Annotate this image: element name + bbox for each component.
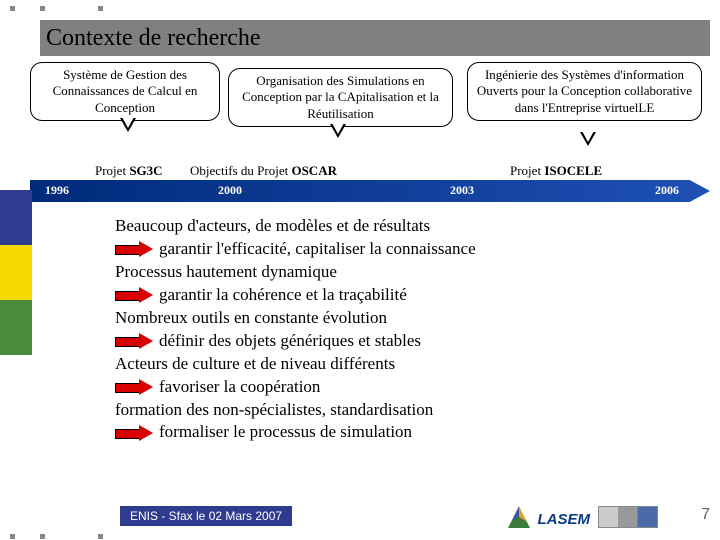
callout-isocele: Ingénierie des Systèmes d'information Ou…	[467, 62, 702, 121]
red-arrow-icon	[115, 426, 153, 440]
project-oscar-label: Objectifs du Projet OSCAR	[190, 163, 337, 179]
body-line: Acteurs de culture et de niveau différen…	[115, 353, 705, 376]
callout-tail	[120, 118, 136, 132]
body-content: Beaucoup d'acteurs, de modèles et de rés…	[115, 215, 705, 444]
body-line: formation des non-spécialistes, standard…	[115, 399, 705, 422]
body-line: Nombreux outils en constante évolution	[115, 307, 705, 330]
year-2003: 2003	[450, 183, 474, 198]
red-arrow-icon	[115, 242, 153, 256]
callouts: Système de Gestion des Connaissances de …	[30, 62, 710, 152]
callout-tail	[330, 124, 346, 138]
body-line: favoriser la coopération	[115, 376, 705, 399]
slide-title: Contexte de recherche	[40, 20, 710, 56]
body-line: définir des objets génériques et stables	[115, 330, 705, 353]
color-sidebar	[0, 190, 32, 490]
year-1996: 1996	[45, 183, 69, 198]
body-line: formaliser le processus de simulation	[115, 421, 705, 444]
triangle-logo-icon	[508, 506, 530, 528]
project-sg3c-label: Projet SG3C	[95, 163, 163, 179]
body-line: garantir l'efficacité, capitaliser la co…	[115, 238, 705, 261]
year-2006: 2006	[655, 183, 679, 198]
footer: ENIS - Sfax le 02 Mars 2007 LASEM 7	[0, 504, 720, 532]
project-isocele-label: Projet ISOCELE	[510, 163, 602, 179]
body-line: Beaucoup d'acteurs, de modèles et de rés…	[115, 215, 705, 238]
body-line: garantir la cohérence et la traçabilité	[115, 284, 705, 307]
year-2000: 2000	[218, 183, 242, 198]
body-line: Processus hautement dynamique	[115, 261, 705, 284]
partner-logos-icon	[598, 506, 658, 528]
callout-oscar: Organisation des Simulations en Concepti…	[228, 68, 453, 127]
timeline-arrow	[30, 180, 710, 202]
red-arrow-icon	[115, 288, 153, 302]
page-number: 7	[701, 506, 710, 524]
red-arrow-icon	[115, 380, 153, 394]
red-arrow-icon	[115, 334, 153, 348]
footer-venue: ENIS - Sfax le 02 Mars 2007	[120, 506, 292, 526]
callout-tail	[580, 132, 596, 146]
callout-sg3c: Système de Gestion des Connaissances de …	[30, 62, 220, 121]
footer-lab: LASEM	[538, 511, 591, 528]
